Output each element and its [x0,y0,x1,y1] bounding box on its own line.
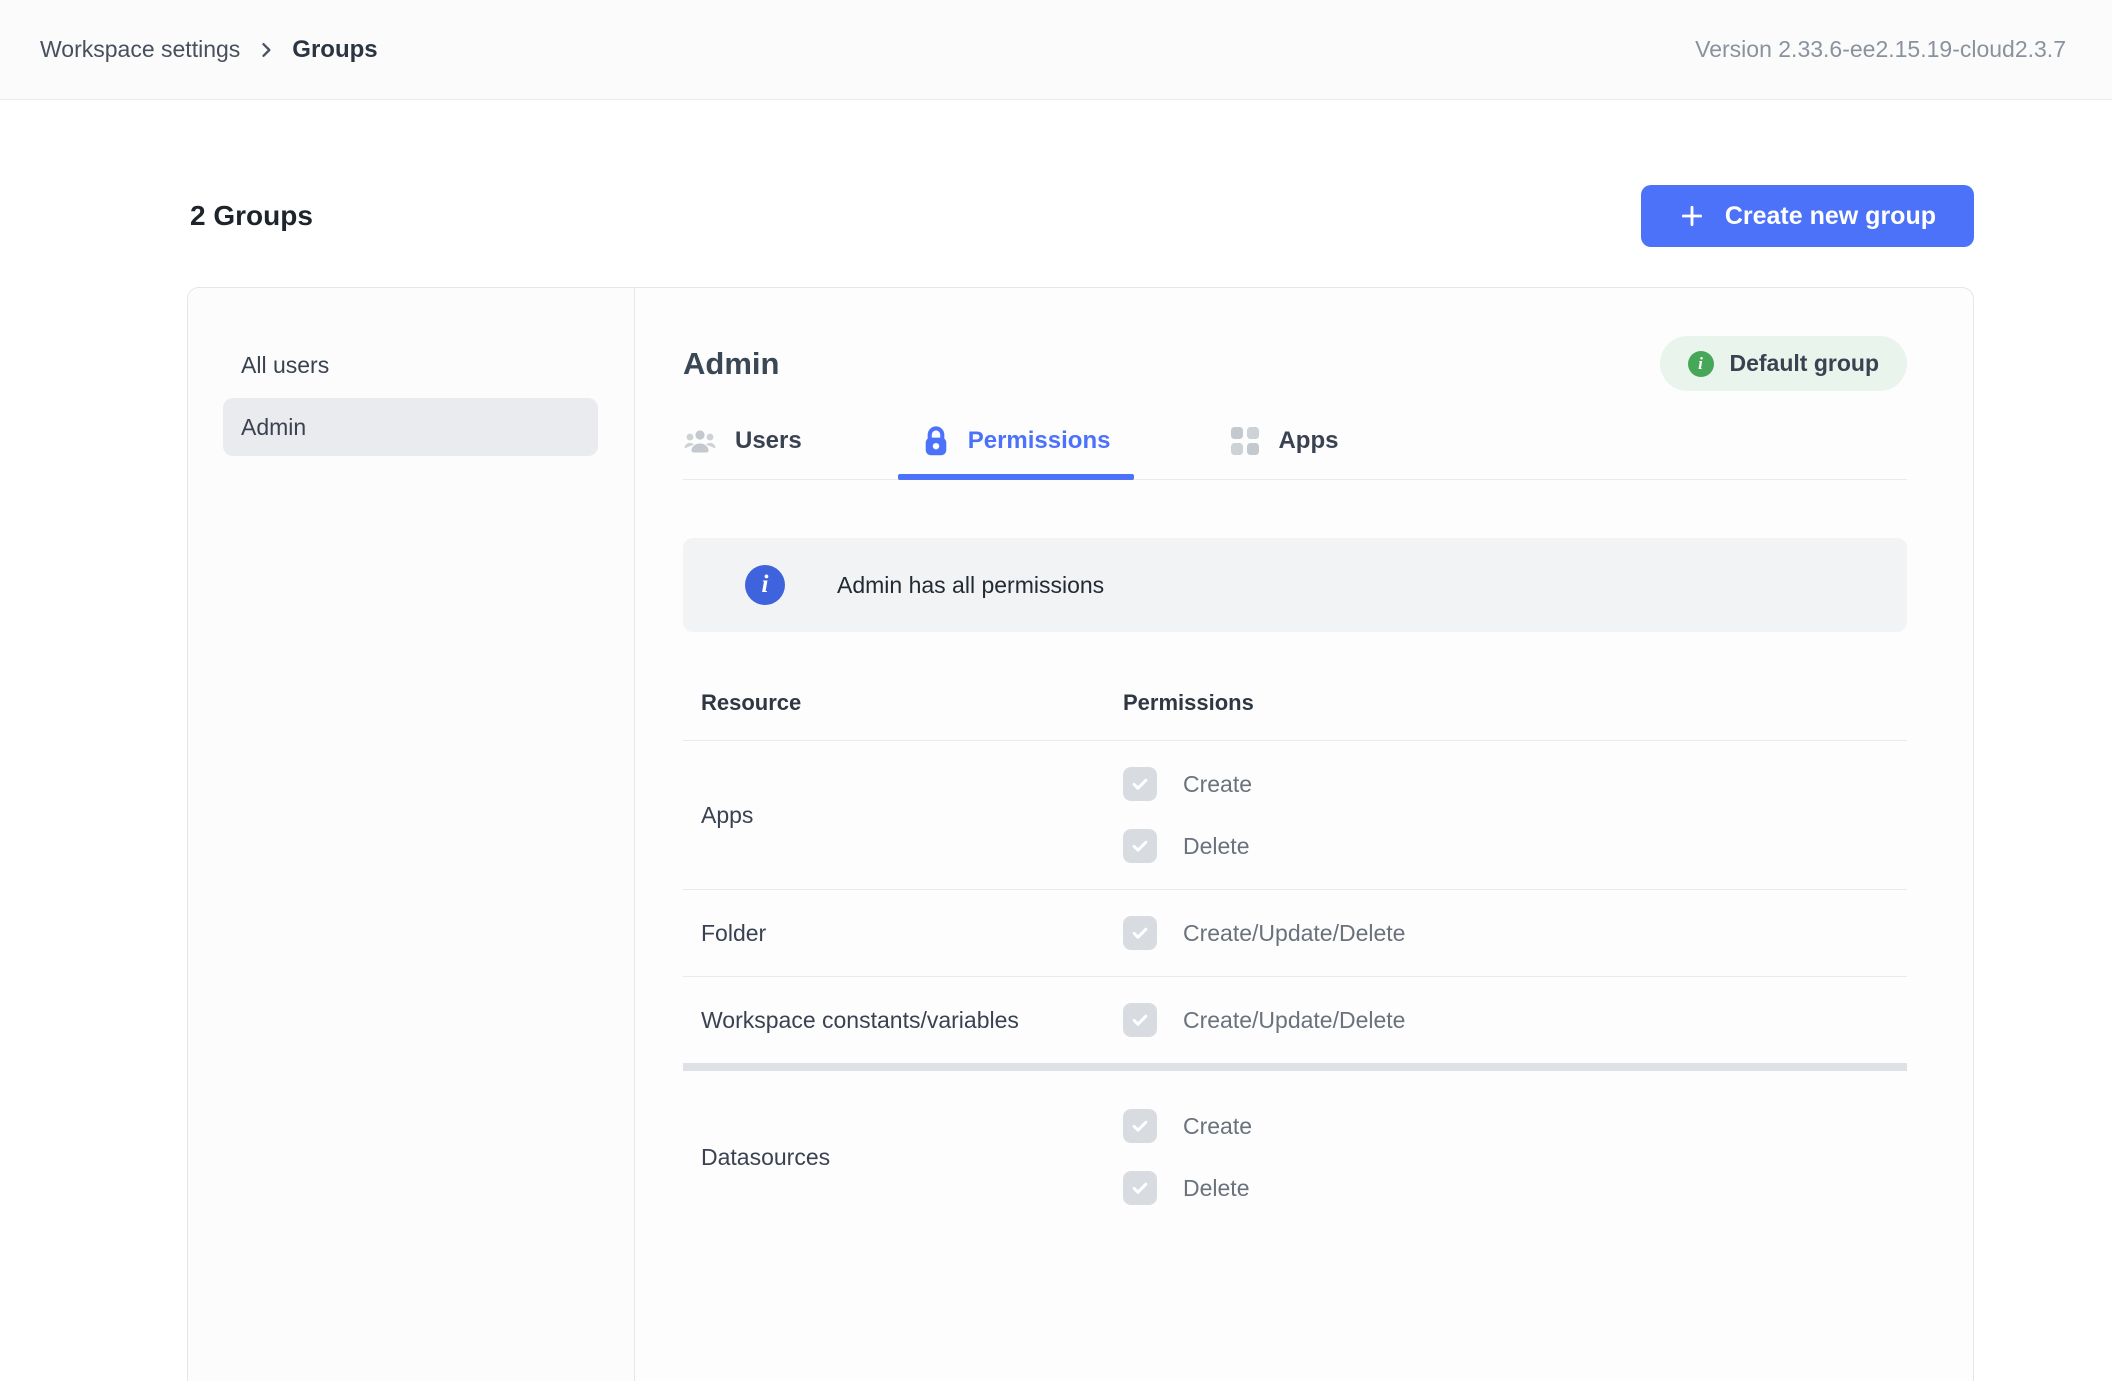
groups-count: 2 Groups [190,200,313,232]
section-divider [683,1063,1907,1071]
create-new-group-label: Create new group [1725,202,1936,231]
default-group-badge: i Default group [1660,336,1908,391]
create-new-group-button[interactable]: Create new group [1641,185,1974,247]
page-content: 2 Groups Create new group All users Admi… [0,185,2112,1381]
breadcrumb-workspace-settings[interactable]: Workspace settings [40,36,240,63]
permission-option: Create [1123,767,1907,801]
table-row-datasources: Datasources Create Delete [683,1071,1907,1235]
tab-permissions[interactable]: Permissions [898,425,1135,479]
permission-label: Create [1183,1113,1252,1140]
resource-label: Folder [683,920,1123,947]
column-permissions: Permissions [1123,690,1907,716]
group-title: Admin [683,346,779,382]
permission-label: Create/Update/Delete [1183,920,1405,947]
permissions-cell: Create/Update/Delete [1123,916,1907,950]
permission-label: Delete [1183,1175,1249,1202]
grid-icon [1230,426,1260,456]
users-icon [683,427,717,455]
tab-users-label: Users [735,427,802,455]
group-list-item-label: Admin [241,414,306,441]
permission-label: Delete [1183,833,1249,860]
permissions-cell: Create/Update/Delete [1123,1003,1907,1037]
group-detail: Admin i Default group [635,288,1973,1381]
table-row-folder: Folder Create/Update/Delete [683,890,1907,977]
permission-option: Delete [1123,1171,1907,1205]
default-group-badge-label: Default group [1730,350,1880,377]
group-list-item-label: All users [241,352,329,379]
group-list: All users Admin [188,288,635,1381]
resource-label: Datasources [683,1144,1123,1171]
plus-icon [1679,203,1705,229]
tab-apps-label: Apps [1278,427,1338,455]
permissions-info-text: Admin has all permissions [837,572,1104,599]
permission-checkbox[interactable] [1123,829,1157,863]
group-list-item-all-users[interactable]: All users [223,336,598,394]
permissions-cell: Create Delete [1123,767,1907,863]
permission-checkbox[interactable] [1123,1109,1157,1143]
permission-checkbox[interactable] [1123,1171,1157,1205]
version-label: Version 2.33.6-ee2.15.19-cloud2.3.7 [1695,36,2066,63]
app-header: Workspace settings Groups Version 2.33.6… [0,0,2112,100]
resource-label: Apps [683,802,1123,829]
breadcrumb-current-groups: Groups [292,36,377,64]
groups-toolbar: 2 Groups Create new group [187,185,1974,247]
info-icon: i [1688,351,1714,377]
group-detail-header: Admin i Default group [683,336,1907,391]
table-row-apps: Apps Create Delete [683,741,1907,890]
permission-checkbox[interactable] [1123,1003,1157,1037]
tab-users[interactable]: Users [683,425,826,479]
permission-label: Create [1183,771,1252,798]
info-icon: i [745,565,785,605]
permission-option: Create/Update/Delete [1123,916,1907,950]
permission-checkbox[interactable] [1123,916,1157,950]
tab-apps[interactable]: Apps [1206,425,1362,479]
permission-option: Create/Update/Delete [1123,1003,1907,1037]
breadcrumb: Workspace settings Groups [40,36,378,64]
lock-icon [922,425,950,457]
permission-option: Create [1123,1109,1907,1143]
table-row-workspace-constants: Workspace constants/variables Create/Upd… [683,977,1907,1063]
resource-label: Workspace constants/variables [683,1007,1123,1034]
permission-label: Create/Update/Delete [1183,1007,1405,1034]
permission-checkbox[interactable] [1123,767,1157,801]
groups-card: All users Admin Admin i Default group [187,287,1974,1381]
column-resource: Resource [683,690,1123,716]
permission-option: Delete [1123,829,1907,863]
permissions-table-header: Resource Permissions [683,686,1907,741]
group-list-item-admin[interactable]: Admin [223,398,598,456]
permissions-info-banner: i Admin has all permissions [683,538,1907,632]
permissions-table: Resource Permissions Apps Create [683,686,1907,1235]
chevron-right-icon [256,40,276,60]
group-tabs: Users Permissions [683,425,1907,480]
tab-permissions-label: Permissions [968,427,1111,455]
permissions-cell: Create Delete [1123,1109,1907,1205]
